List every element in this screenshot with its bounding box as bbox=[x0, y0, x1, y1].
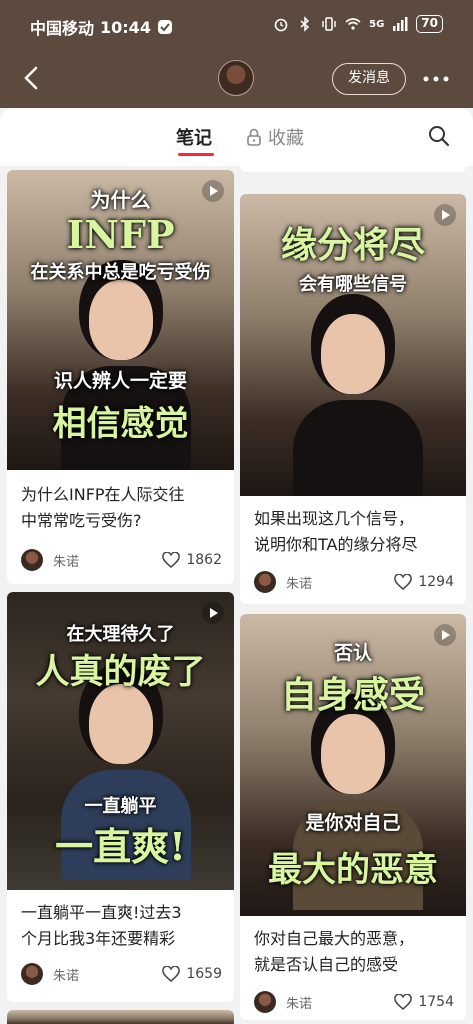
search-icon[interactable] bbox=[427, 124, 451, 148]
tab-favorites-label: 收藏 bbox=[268, 128, 304, 149]
cover-text: 一直爽! bbox=[55, 824, 186, 869]
more-options-icon[interactable] bbox=[421, 69, 451, 89]
send-message-button[interactable]: 发消息 bbox=[332, 63, 406, 95]
note-meta: 朱诺 1754 bbox=[254, 990, 454, 1014]
active-tab-indicator bbox=[178, 153, 214, 156]
note-title-line: 说明你和TA的缘分将尽 bbox=[254, 535, 418, 554]
cover-text: 为什么 bbox=[90, 188, 151, 212]
note-meta: 朱诺 1294 bbox=[254, 570, 454, 594]
vibrate-icon bbox=[322, 17, 336, 31]
note-card[interactable]: 在大理待久了 人真的废了 一直躺平 一直爽! 一直躺平一直爽!过去3 个月比我3… bbox=[7, 592, 234, 1002]
heart-icon bbox=[162, 966, 181, 982]
heart-icon bbox=[394, 574, 413, 590]
battery-indicator: 70 bbox=[416, 15, 443, 33]
author-avatar[interactable] bbox=[21, 549, 43, 571]
author-avatar[interactable] bbox=[254, 991, 276, 1013]
note-card-partial[interactable] bbox=[240, 166, 466, 172]
note-title: 一直躺平一直爽!过去3 个月比我3年还要精彩 bbox=[21, 900, 224, 952]
status-left: 中国移动 10:44 bbox=[30, 15, 173, 39]
bluetooth-icon bbox=[300, 16, 310, 32]
note-title-line: 中常常吃亏受伤? bbox=[21, 511, 142, 530]
cover-text: 一直躺平 bbox=[84, 796, 157, 817]
note-card[interactable]: 为什么 INFP 在关系中总是吃亏受伤 识人辨人一定要 相信感觉 为什么INFP… bbox=[7, 170, 234, 584]
note-title: 为什么INFP在人际交往 中常常吃亏受伤? bbox=[21, 482, 224, 534]
cover-person bbox=[293, 314, 423, 496]
like-button[interactable]: 1659 bbox=[162, 966, 222, 982]
author-avatar[interactable] bbox=[254, 571, 276, 593]
note-title-line: 你对自己最大的恶意， bbox=[254, 929, 415, 948]
content-tabs: 笔记 收藏 bbox=[0, 108, 473, 166]
like-button[interactable]: 1294 bbox=[394, 574, 454, 590]
author-name[interactable]: 朱诺 bbox=[53, 965, 79, 984]
cover-text: 识人辨人一定要 bbox=[53, 370, 187, 392]
tab-notes[interactable]: 笔记 bbox=[176, 124, 212, 150]
note-meta: 朱诺 1659 bbox=[21, 962, 222, 986]
cover-text: 人真的废了 bbox=[35, 652, 206, 692]
note-title-line: 个月比我3年还要精彩 bbox=[21, 929, 176, 948]
cover-text: 最大的恶意 bbox=[268, 850, 438, 890]
note-card[interactable]: 缘分将尽 会有哪些信号 如果出现这几个信号， 说明你和TA的缘分将尽 朱诺 12… bbox=[240, 194, 466, 604]
lock-icon bbox=[247, 128, 261, 146]
note-cover-image: 否认 自身感受 是你对自己 最大的恶意 bbox=[240, 614, 466, 916]
cover-text: 否认 bbox=[333, 642, 372, 664]
like-count: 1754 bbox=[418, 994, 454, 1010]
back-arrow-icon[interactable] bbox=[18, 64, 46, 92]
cover-text: 在关系中总是吃亏受伤 bbox=[30, 262, 211, 283]
wifi-icon bbox=[345, 18, 361, 30]
note-meta: 朱诺 1862 bbox=[21, 548, 222, 572]
tab-favorites[interactable]: 收藏 bbox=[246, 124, 304, 150]
cover-text: 相信感觉 bbox=[52, 404, 189, 444]
network-type: 5G bbox=[369, 18, 385, 30]
avatar[interactable] bbox=[218, 60, 254, 96]
profile-header: 发消息 bbox=[0, 52, 473, 108]
note-cover-image: 在大理待久了 人真的废了 一直躺平 一直爽! bbox=[7, 592, 234, 890]
notes-feed: 为什么 INFP 在关系中总是吃亏受伤 识人辨人一定要 相信感觉 为什么INFP… bbox=[0, 166, 473, 1024]
cover-text: 会有哪些信号 bbox=[299, 274, 407, 295]
status-bar: 中国移动 10:44 5G 70 bbox=[0, 0, 473, 52]
note-cover-image: 为什么 INFP 在关系中总是吃亏受伤 识人辨人一定要 相信感觉 bbox=[7, 170, 234, 470]
note-title-line: 一直躺平一直爽!过去3 bbox=[21, 903, 182, 922]
author-name[interactable]: 朱诺 bbox=[286, 993, 312, 1012]
note-title-line: 为什么INFP在人际交往 bbox=[21, 485, 185, 504]
heart-icon bbox=[162, 552, 181, 568]
author-name[interactable]: 朱诺 bbox=[53, 551, 79, 570]
note-cover-image bbox=[7, 1010, 234, 1024]
app-notification-icon bbox=[157, 20, 172, 34]
like-button[interactable]: 1862 bbox=[162, 552, 222, 568]
like-count: 1862 bbox=[186, 552, 222, 568]
like-count: 1294 bbox=[418, 574, 454, 590]
alarm-icon bbox=[274, 18, 288, 32]
heart-icon bbox=[394, 994, 413, 1010]
like-count: 1659 bbox=[186, 966, 222, 982]
like-button[interactable]: 1754 bbox=[394, 994, 454, 1010]
status-right: 5G 70 bbox=[273, 15, 443, 33]
note-cover-image: 缘分将尽 会有哪些信号 bbox=[240, 194, 466, 496]
cover-text: 缘分将尽 bbox=[280, 224, 425, 266]
author-avatar[interactable] bbox=[21, 963, 43, 985]
signal-icon bbox=[393, 17, 408, 31]
note-title: 你对自己最大的恶意， 就是否认自己的感受 bbox=[254, 926, 456, 978]
author-name[interactable]: 朱诺 bbox=[286, 573, 312, 592]
cover-text: 在大理待久了 bbox=[66, 624, 175, 645]
clock: 10:44 bbox=[100, 17, 151, 37]
note-card-partial[interactable] bbox=[7, 1010, 234, 1024]
cover-text: 是你对自己 bbox=[305, 812, 401, 834]
note-title: 如果出现这几个信号， 说明你和TA的缘分将尽 bbox=[254, 506, 456, 558]
note-title-line: 就是否认自己的感受 bbox=[254, 955, 399, 974]
cover-text: INFP bbox=[66, 212, 175, 257]
note-card[interactable]: 否认 自身感受 是你对自己 最大的恶意 你对自己最大的恶意， 就是否认自己的感受… bbox=[240, 614, 466, 1020]
cover-text: 自身感受 bbox=[280, 674, 425, 716]
carrier-label: 中国移动 bbox=[30, 19, 95, 38]
note-title-line: 如果出现这几个信号， bbox=[254, 509, 415, 528]
